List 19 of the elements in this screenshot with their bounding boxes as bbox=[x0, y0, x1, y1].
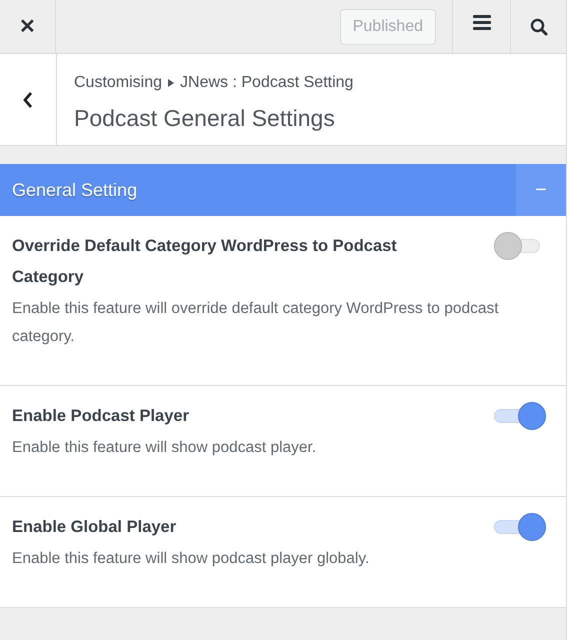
caret-icon bbox=[168, 79, 174, 87]
collapse-button[interactable]: − bbox=[516, 164, 566, 216]
setting-description: Enable this feature will show podcast player. bbox=[12, 438, 318, 458]
toggle-switch[interactable] bbox=[494, 513, 546, 541]
search-icon bbox=[530, 18, 548, 36]
panel-title: Podcast General Settings bbox=[74, 104, 336, 133]
section-title: General Setting bbox=[11, 178, 138, 202]
setting-title: Enable Global Player bbox=[12, 517, 178, 538]
setting-description: Enable this feature will show podcast player globaly. bbox=[12, 549, 370, 569]
chevron-left-icon bbox=[22, 90, 34, 108]
breadcrumb-text: JNews : Podcast Setting bbox=[180, 73, 354, 93]
menu-icon bbox=[472, 14, 490, 30]
setting-title: Override Default Category WordPress to Podcast Category bbox=[12, 236, 398, 288]
close-button[interactable]: ✕ bbox=[0, 0, 56, 53]
setting-title: Enable Podcast Player bbox=[12, 406, 190, 427]
setting-description: Enable this feature will override default category WordPress to podcast category. bbox=[12, 299, 500, 347]
section-header[interactable]: General Setting − bbox=[0, 164, 566, 216]
toggle-switch[interactable] bbox=[494, 402, 546, 430]
breadcrumb-link[interactable]: Customising bbox=[74, 71, 162, 95]
